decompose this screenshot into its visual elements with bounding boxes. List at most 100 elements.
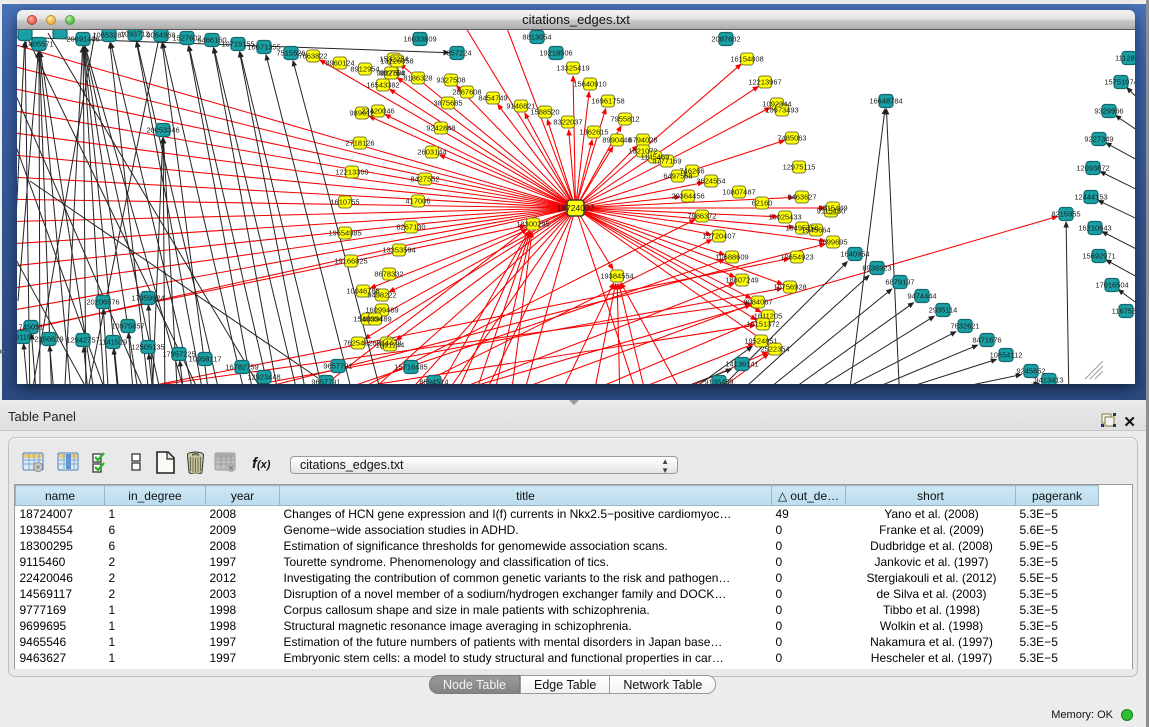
svg-text:20206576: 20206576 xyxy=(86,298,119,307)
svg-text:10688609: 10688609 xyxy=(715,253,748,262)
svg-text:12923448: 12923448 xyxy=(247,373,280,382)
svg-text:1405571: 1405571 xyxy=(24,40,53,49)
svg-text:8594514: 8594514 xyxy=(419,378,448,385)
svg-text:1610755: 1610755 xyxy=(330,198,359,207)
svg-text:2867608: 2867608 xyxy=(452,88,481,97)
svg-text:9463627: 9463627 xyxy=(787,193,816,202)
svg-text:15640910: 15640910 xyxy=(573,80,606,89)
svg-text:2087682: 2087682 xyxy=(711,35,740,44)
svg-text:8454749: 8454749 xyxy=(478,94,507,103)
svg-text:3875685: 3875685 xyxy=(433,99,462,108)
svg-text:16543382: 16543382 xyxy=(366,81,399,90)
svg-text:9699695: 9699695 xyxy=(818,238,847,247)
svg-text:8912954: 8912954 xyxy=(350,65,379,74)
svg-text:12505135: 12505135 xyxy=(131,343,164,352)
svg-text:7632621: 7632621 xyxy=(950,322,979,331)
svg-text:3624554: 3624554 xyxy=(696,177,725,186)
svg-text:19654923: 19654923 xyxy=(780,253,813,262)
svg-text:9245652: 9245652 xyxy=(1016,367,1045,376)
svg-text:16154808: 16154808 xyxy=(730,55,763,64)
svg-text:16961758: 16961758 xyxy=(591,97,624,106)
svg-text:15751074: 15751074 xyxy=(1104,78,1135,87)
svg-text:19218506: 19218506 xyxy=(539,49,572,58)
svg-text:12975115: 12975115 xyxy=(783,163,816,172)
svg-text:18724007: 18724007 xyxy=(557,203,595,213)
svg-text:7663822: 7663822 xyxy=(298,52,327,61)
svg-text:12093872: 12093872 xyxy=(1076,164,1109,173)
svg-text:9657791: 9657791 xyxy=(311,378,340,385)
svg-text:19654985: 19654985 xyxy=(328,229,361,238)
svg-text:9227349: 9227349 xyxy=(1084,135,1113,144)
svg-text:9329966: 9329966 xyxy=(1094,107,1123,116)
svg-text:417006: 417006 xyxy=(405,197,430,206)
svg-text:16033809: 16033809 xyxy=(403,35,436,44)
svg-text:16648784: 16648784 xyxy=(869,97,902,106)
svg-text:10654112: 10654112 xyxy=(990,351,1023,360)
svg-text:13353594: 13353594 xyxy=(382,246,415,255)
svg-text:7625402: 7625402 xyxy=(343,339,372,348)
svg-text:2156619: 2156619 xyxy=(34,335,63,344)
svg-text:16151372: 16151372 xyxy=(746,320,779,329)
svg-text:1545664: 1545664 xyxy=(801,226,830,235)
svg-text:9242848: 9242848 xyxy=(426,124,455,133)
svg-text:1093712: 1093712 xyxy=(120,30,149,39)
svg-text:62160: 62160 xyxy=(752,199,773,208)
svg-text:8215955: 8215955 xyxy=(1051,210,1080,219)
svg-text:17016504: 17016504 xyxy=(1095,281,1128,290)
svg-text:12942757: 12942757 xyxy=(66,336,99,345)
svg-text:989612: 989612 xyxy=(349,109,374,118)
svg-text:16099489: 16099489 xyxy=(358,315,391,324)
svg-text:8427552: 8427552 xyxy=(410,175,439,184)
svg-text:1167534: 1167534 xyxy=(1112,307,1135,316)
svg-text:16210643: 16210643 xyxy=(1078,224,1111,233)
svg-text:13325419: 13325419 xyxy=(556,64,589,73)
svg-text:9135459: 9135459 xyxy=(704,378,733,385)
svg-text:10958117: 10958117 xyxy=(189,355,222,364)
svg-text:20364456: 20364456 xyxy=(671,192,704,201)
svg-text:9815449: 9815449 xyxy=(818,204,847,213)
svg-text:9657791: 9657791 xyxy=(323,362,352,371)
svg-text:2935114: 2935114 xyxy=(929,306,958,315)
svg-text:9827508: 9827508 xyxy=(376,69,405,78)
svg-text:8678332: 8678332 xyxy=(374,270,403,279)
svg-text:8938923: 8938923 xyxy=(862,264,891,273)
svg-text:8990448: 8990448 xyxy=(602,136,631,145)
svg-text:19384554: 19384554 xyxy=(600,272,633,281)
svg-text:17359924: 17359924 xyxy=(131,294,164,303)
svg-text:16099489: 16099489 xyxy=(365,306,398,315)
svg-text:16782759: 16782759 xyxy=(225,363,258,372)
svg-text:10807487: 10807487 xyxy=(722,188,755,197)
svg-text:7986372: 7986372 xyxy=(687,212,716,221)
svg-text:1588520: 1588520 xyxy=(530,108,559,117)
svg-text:19166825: 19166825 xyxy=(334,257,367,266)
svg-text:14136141: 14136141 xyxy=(725,360,758,369)
svg-text:746266: 746266 xyxy=(679,167,704,176)
svg-text:18807249: 18807249 xyxy=(725,276,758,285)
svg-text:1141519: 1141519 xyxy=(99,338,128,347)
svg-text:2603144: 2603144 xyxy=(417,148,446,157)
svg-text:9498222: 9498222 xyxy=(367,291,396,300)
svg-text:8813054: 8813054 xyxy=(522,33,551,42)
svg-text:6794028: 6794028 xyxy=(628,136,657,145)
svg-text:8471676: 8471676 xyxy=(972,336,1001,345)
svg-text:391191: 391191 xyxy=(17,333,35,342)
svg-text:10973493: 10973493 xyxy=(765,106,798,115)
svg-text:7485063: 7485063 xyxy=(777,134,806,143)
svg-text:9474444: 9474444 xyxy=(907,292,936,301)
svg-text:8322037: 8322037 xyxy=(553,118,582,127)
svg-text:12213369: 12213369 xyxy=(335,168,368,177)
svg-text:9327508: 9327508 xyxy=(436,76,465,85)
svg-text:2522354: 2522354 xyxy=(760,345,789,354)
svg-text:13226058: 13226058 xyxy=(380,57,413,66)
svg-text:20053346: 20053346 xyxy=(146,126,179,135)
svg-text:8267130: 8267130 xyxy=(396,223,425,232)
svg-text:18300295: 18300295 xyxy=(516,220,549,229)
svg-text:15720407: 15720407 xyxy=(702,232,735,241)
svg-text:7357224: 7357224 xyxy=(442,49,471,58)
svg-text:12444153: 12444153 xyxy=(1074,193,1107,202)
svg-text:12213967: 12213967 xyxy=(748,78,781,87)
svg-text:10975857: 10975857 xyxy=(111,322,144,331)
svg-text:1112803: 1112803 xyxy=(1115,54,1135,63)
svg-text:10756928: 10756928 xyxy=(773,283,806,292)
svg-text:8186328: 8186328 xyxy=(403,74,432,83)
